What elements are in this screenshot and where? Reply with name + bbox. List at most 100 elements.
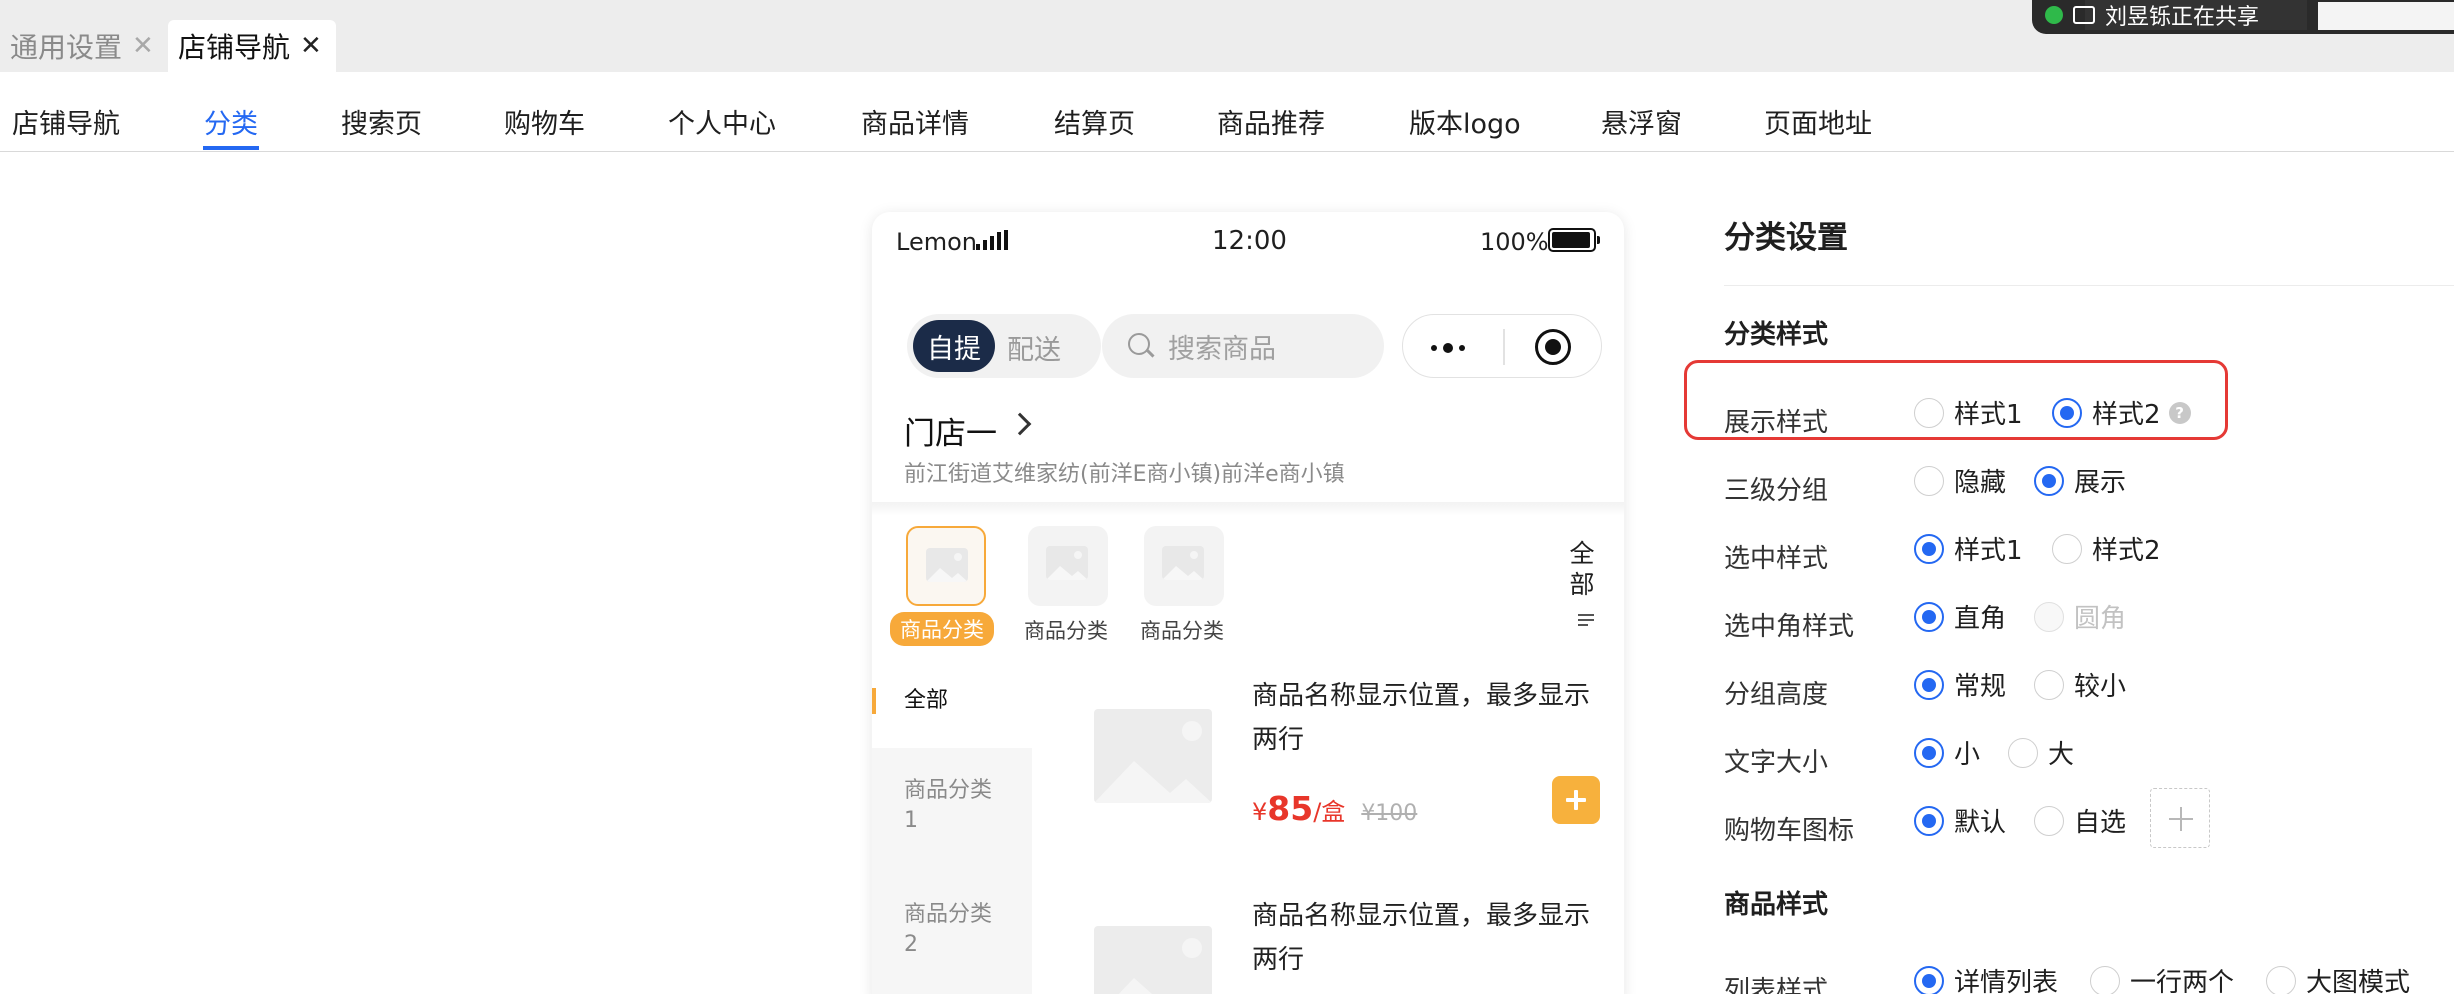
settings-nav: 店铺导航 分类 搜索页 购物车 个人中心 商品详情 结算页 商品推荐 版本log… <box>0 72 2454 152</box>
option-label: 样式2 <box>2092 536 2161 566</box>
tab-store-nav[interactable]: 店铺导航 ✕ <box>168 20 336 72</box>
side-item-all[interactable]: 全部 <box>872 656 1032 748</box>
option-label: 默认 <box>1954 808 2007 838</box>
radio-corner-square[interactable]: 直角 <box>1914 598 2006 635</box>
category-tile[interactable] <box>1028 526 1108 606</box>
nav-item-profile[interactable]: 个人中心 <box>668 102 776 141</box>
mode-pickup[interactable]: 自提 <box>913 320 995 372</box>
radio-icon[interactable] <box>2266 965 2296 994</box>
radio-group-show[interactable]: 展示 <box>2034 462 2126 499</box>
row-label-third-level-group: 三级分组 <box>1724 476 1829 506</box>
side-item-category-2[interactable]: 商品分类2 <box>872 900 1000 960</box>
category-tile[interactable] <box>906 526 986 606</box>
radio-icon[interactable] <box>1914 601 1944 632</box>
status-bar: Lemon 12:00 100% <box>872 212 1624 268</box>
product-image-placeholder-icon <box>1094 926 1212 994</box>
chevron-right-icon[interactable] <box>1008 412 1032 436</box>
product-price: ¥85/盒 ¥100 <box>1252 789 1417 828</box>
category-tile[interactable] <box>1144 526 1224 606</box>
close-icon[interactable]: ✕ <box>300 31 322 61</box>
product-name[interactable]: 商品名称显示位置，最多显示两行 <box>1252 674 1602 762</box>
nav-item-store-nav[interactable]: 店铺导航 <box>12 102 120 141</box>
radio-font-large[interactable]: 大 <box>2008 734 2074 771</box>
nav-item-search[interactable]: 搜索页 <box>341 102 422 141</box>
close-icon[interactable]: ✕ <box>132 31 154 61</box>
radio-selected-style-1[interactable]: 样式1 <box>1914 530 2023 567</box>
price-currency: ¥ <box>1252 798 1268 826</box>
tab-general-settings[interactable]: 通用设置 ✕ <box>0 20 164 72</box>
radio-icon[interactable] <box>2034 465 2064 496</box>
row-label-group-height: 分组高度 <box>1724 680 1829 710</box>
radio-icon[interactable] <box>1914 805 1944 836</box>
nav-item-floating-window[interactable]: 悬浮窗 <box>1601 102 1682 141</box>
radio-icon[interactable] <box>1914 737 1944 768</box>
mini-program-capsule[interactable] <box>1402 314 1602 378</box>
radio-list-detail[interactable]: 详情列表 <box>1914 962 2058 994</box>
option-label: 样式1 <box>1954 536 2023 566</box>
radio-cart-custom[interactable]: 自选 <box>2034 802 2126 839</box>
store-address: 前江街道艾维家纺(前洋E商小镇)前洋e商小镇 <box>904 462 1345 487</box>
nav-item-checkout[interactable]: 结算页 <box>1054 102 1135 141</box>
radio-height-normal[interactable]: 常规 <box>1914 666 2006 703</box>
radio-icon[interactable] <box>2052 533 2082 564</box>
nav-item-product-detail[interactable]: 商品详情 <box>861 102 969 141</box>
category-label[interactable]: 商品分类 <box>1140 615 1224 645</box>
radio-group-hide[interactable]: 隐藏 <box>1914 462 2006 499</box>
option-label: 自选 <box>2074 808 2127 838</box>
radio-icon[interactable] <box>2008 737 2038 768</box>
radio-selected-style-2[interactable]: 样式2 <box>2052 530 2161 567</box>
product-name[interactable]: 商品名称显示位置，最多显示两行 <box>1252 894 1602 982</box>
store-name[interactable]: 门店一 <box>904 408 997 453</box>
option-label: 圆角 <box>2074 604 2127 634</box>
phone-preview: Lemon 12:00 100% 自提 配送 搜索商品 门店一 前江街道艾维家纺… <box>872 212 1624 994</box>
side-item-category-1[interactable]: 商品分类1 <box>872 776 1000 836</box>
row-label-font-size: 文字大小 <box>1724 748 1829 778</box>
nav-item-cart[interactable]: 购物车 <box>504 102 585 141</box>
option-label: 小 <box>1954 740 1981 770</box>
screen-share-indicator[interactable]: 刘昱铄正在共享 <box>2045 0 2307 30</box>
annotation-highlight-box <box>1684 360 2228 440</box>
price-unit: /盒 <box>1313 798 1346 826</box>
signal-icon <box>976 230 1008 250</box>
option-label: 展示 <box>2074 468 2127 498</box>
carrier-label: Lemon <box>896 228 977 256</box>
radio-icon[interactable] <box>2034 805 2064 836</box>
upload-plus-icon[interactable] <box>2150 788 2210 848</box>
nav-item-version-logo[interactable]: 版本logo <box>1409 102 1521 141</box>
more-icon[interactable] <box>1431 343 1465 353</box>
delivery-mode-toggle[interactable]: 自提 配送 <box>907 314 1101 378</box>
all-categories-button[interactable]: 全部 <box>1568 538 1596 600</box>
share-status-text: 刘昱铄正在共享 <box>2105 5 2260 30</box>
category-label[interactable]: 商品分类 <box>890 612 994 646</box>
nav-item-page-url[interactable]: 页面地址 <box>1764 102 1872 141</box>
mode-delivery[interactable]: 配送 <box>1007 328 1061 367</box>
nav-item-recommend[interactable]: 商品推荐 <box>1217 102 1325 141</box>
row-label-selected-style: 选中样式 <box>1724 544 1829 574</box>
radio-icon[interactable] <box>1914 533 1944 564</box>
nav-item-category[interactable]: 分类 <box>204 102 258 141</box>
option-label: 常规 <box>1954 672 2007 702</box>
radio-height-small[interactable]: 较小 <box>2034 666 2126 703</box>
radio-icon[interactable] <box>1914 465 1944 496</box>
search-bar[interactable]: 搜索商品 <box>1102 314 1384 378</box>
radio-icon[interactable] <box>2090 965 2120 994</box>
category-label[interactable]: 商品分类 <box>1024 615 1108 645</box>
add-to-cart-button[interactable] <box>1552 776 1600 824</box>
tab-label: 通用设置 <box>10 31 123 64</box>
shared-screen-thumbnail[interactable] <box>2318 2 2454 30</box>
radio-list-two-per-row[interactable]: 一行两个 <box>2090 962 2234 994</box>
radio-icon[interactable] <box>1914 669 1944 700</box>
close-mini-program-icon[interactable] <box>1535 329 1571 365</box>
header-shadow <box>872 502 1624 516</box>
radio-icon[interactable] <box>2034 669 2064 700</box>
tab-bar: 通用设置 ✕ 店铺导航 ✕ 刘昱铄正在共享 <box>0 0 2454 72</box>
panel-title: 分类设置 <box>1724 220 1848 256</box>
radio-icon[interactable] <box>1914 965 1944 994</box>
radio-cart-default[interactable]: 默认 <box>1914 802 2006 839</box>
active-indicator <box>872 688 876 714</box>
side-item-label: 商品分类1 <box>904 778 993 833</box>
list-icon[interactable] <box>1578 614 1594 629</box>
radio-list-large-image[interactable]: 大图模式 <box>2266 962 2410 994</box>
radio-font-small[interactable]: 小 <box>1914 734 1980 771</box>
option-label: 详情列表 <box>1954 968 2059 994</box>
